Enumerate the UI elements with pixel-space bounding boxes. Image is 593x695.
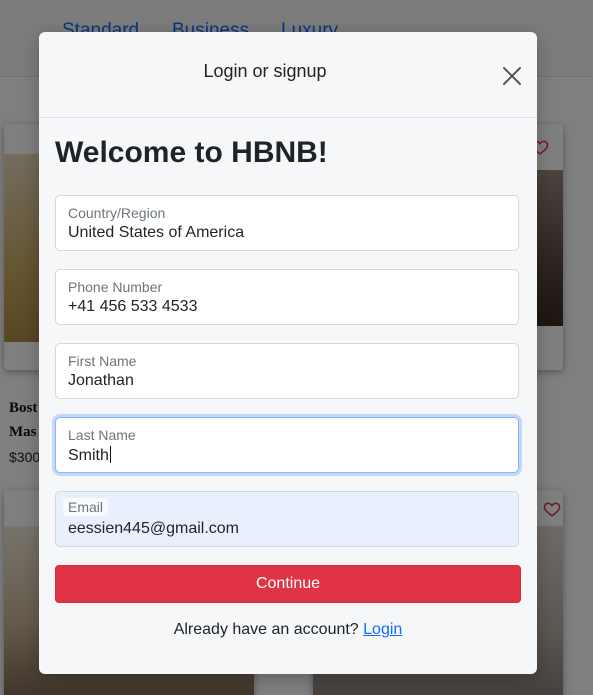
welcome-heading: Welcome to HBNB! [55,136,328,169]
field-value: Smith [68,447,109,464]
last-name-field[interactable]: Last Name Smith [55,417,519,473]
field-label: First Name [68,353,137,369]
login-link[interactable]: Login [363,621,402,638]
first-name-field[interactable]: First Name Jonathan [55,343,519,399]
login-prompt-text: Already have an account? [173,621,359,638]
continue-button[interactable]: Continue [55,565,521,603]
login-signup-modal: Login or signup Welcome to HBNB! Country… [39,32,537,674]
modal-title: Login or signup [203,61,327,81]
email-field[interactable]: Email eessien445@gmail.com [55,491,519,547]
field-value: +41 456 533 4533 [68,298,198,315]
login-prompt: Already have an account? Login [39,621,537,639]
field-label: Phone Number [68,279,163,295]
modal-header: Login or signup [39,32,537,118]
field-label: Last Name [68,427,136,443]
country-region-field[interactable]: Country/Region United States of America [55,195,519,251]
phone-number-field[interactable]: Phone Number +41 456 533 4533 [55,269,519,325]
field-value-wrapper: Smith [68,446,111,465]
field-label: Email [63,498,109,516]
field-value: United States of America [68,224,245,241]
close-icon[interactable] [501,65,523,87]
field-label: Country/Region [68,205,166,221]
text-cursor [109,446,111,463]
field-value: Jonathan [68,372,134,389]
field-value: eessien445@gmail.com [68,520,239,537]
